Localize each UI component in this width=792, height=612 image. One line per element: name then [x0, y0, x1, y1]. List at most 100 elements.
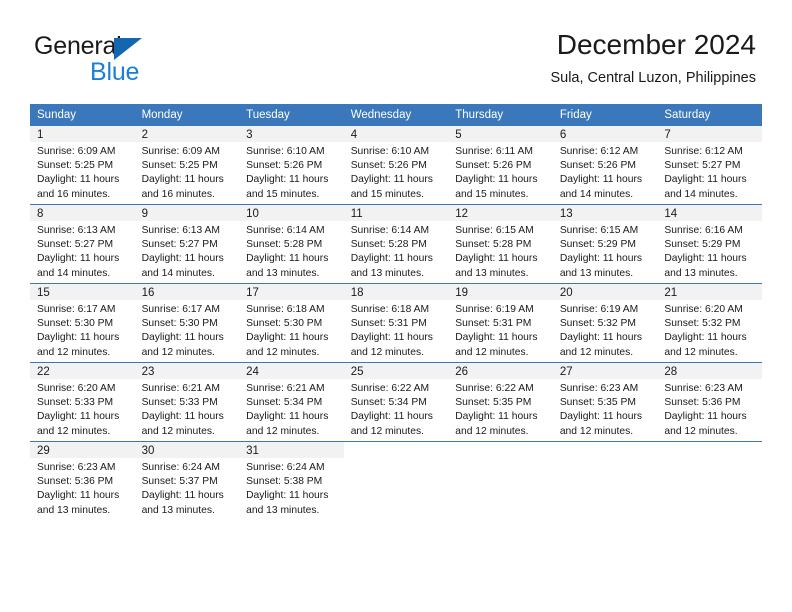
- sunrise-time: Sunrise: 6:12 AM: [559, 146, 639, 157]
- day-details: Sunrise: 6:20 AM Sunset: 5:32 PM Daylight:…: [657, 300, 762, 360]
- calendar-day-cell[interactable]: 28 Sunrise: 6:23 AM Sunset: 5:36 PM Dayligh…: [657, 362, 762, 442]
- calendar-day-cell[interactable]: 9 Sunrise: 6:13 AM Sunset: 5:27 PM Daylight…: [134, 204, 240, 284]
- day-details: Sunrise: 6:19 AM Sunset: 5:32 PM Daylight:…: [553, 300, 658, 360]
- calendar-day-cell[interactable]: 13 Sunrise: 6:15 AM Sunset: 5:29 PM Dayligh…: [552, 204, 658, 284]
- calendar-day-cell[interactable]: 20 Sunrise: 6:19 AM Sunset: 5:32 PM Dayligh…: [552, 283, 658, 363]
- calendar-day-cell[interactable]: 27 Sunrise: 6:23 AM Sunset: 5:35 PM Dayligh…: [552, 362, 658, 442]
- weekday-header-monday: Monday: [134, 104, 240, 126]
- weekday-header-sunday: Sunday: [30, 104, 135, 126]
- day-number: 7: [657, 126, 762, 142]
- day-details: Sunrise: 6:10 AM Sunset: 5:26 PM Daylight:…: [344, 142, 449, 202]
- day-number: 8: [30, 205, 135, 221]
- daylight-duration-line2: and 12 minutes.: [350, 425, 424, 437]
- calendar-day-cell[interactable]: 22 Sunrise: 6:20 AM Sunset: 5:33 PM Dayligh…: [30, 362, 135, 442]
- calendar-day-cell[interactable]: 14 Sunrise: 6:16 AM Sunset: 5:29 PM Dayligh…: [657, 204, 762, 284]
- calendar-day-cell[interactable]: 29 Sunrise: 6:23 AM Sunset: 5:36 PM Dayligh…: [30, 441, 135, 520]
- daylight-duration-line1: Daylight: 11 hours: [246, 490, 329, 502]
- calendar-day-cell[interactable]: 11 Sunrise: 6:14 AM Sunset: 5:28 PM Dayligh…: [343, 204, 449, 284]
- calendar-day-cell-empty: [552, 441, 658, 520]
- calendar-day-cell[interactable]: 26 Sunrise: 6:22 AM Sunset: 5:35 PM Dayligh…: [448, 362, 553, 442]
- calendar-page: General Blue December 2024 Sula, Central…: [0, 0, 792, 612]
- day-details: Sunrise: 6:18 AM Sunset: 5:31 PM Daylight:…: [344, 300, 449, 360]
- day-details: Sunrise: 6:24 AM Sunset: 5:37 PM Daylight:…: [135, 458, 240, 518]
- day-number: 18: [343, 284, 449, 300]
- calendar-day-cell[interactable]: 31 Sunrise: 6:24 AM Sunset: 5:38 PM Dayligh…: [239, 441, 344, 520]
- day-number: 19: [448, 284, 553, 300]
- day-number: 28: [657, 363, 762, 379]
- daylight-duration-line1: Daylight: 11 hours: [141, 253, 224, 265]
- sunset-time: Sunset: 5:27 PM: [141, 239, 218, 251]
- sunset-time: Sunset: 5:26 PM: [559, 160, 636, 172]
- weekday-header-row: Sunday Monday Tuesday Wednesday Thursday Frid…: [30, 104, 762, 126]
- sunrise-time: Sunrise: 6:23 AM: [37, 462, 116, 473]
- day-number: 1: [30, 126, 135, 142]
- sunset-time: Sunset: 5:36 PM: [37, 476, 114, 488]
- day-details: Sunrise: 6:22 AM Sunset: 5:35 PM Daylight:…: [448, 379, 553, 439]
- calendar-day-cell[interactable]: 19 Sunrise: 6:19 AM Sunset: 5:31 PM Dayligh…: [448, 283, 553, 363]
- calendar-day-cell[interactable]: 15 Sunrise: 6:17 AM Sunset: 5:30 PM Dayligh…: [30, 283, 135, 363]
- daylight-duration-line2: and 12 minutes.: [350, 346, 424, 358]
- sunset-time: Sunset: 5:26 PM: [246, 160, 323, 172]
- calendar-body: 1 Sunrise: 6:09 AM Sunset: 5:25 PM Daylight…: [30, 125, 762, 520]
- weekday-header-friday: Friday: [552, 104, 658, 126]
- daylight-duration-line2: and 12 minutes.: [455, 425, 529, 437]
- sunset-time: Sunset: 5:33 PM: [141, 397, 218, 409]
- sunrise-time: Sunrise: 6:17 AM: [141, 304, 220, 315]
- daylight-duration-line1: Daylight: 11 hours: [350, 253, 433, 265]
- daylight-duration-line1: Daylight: 11 hours: [141, 490, 224, 502]
- general-blue-logo[interactable]: General Blue: [34, 32, 264, 86]
- sunrise-time: Sunrise: 6:18 AM: [350, 304, 430, 315]
- calendar-day-cell[interactable]: 18 Sunrise: 6:18 AM Sunset: 5:31 PM Dayligh…: [343, 283, 449, 363]
- day-number: 10: [239, 205, 344, 221]
- calendar-day-cell[interactable]: 5 Sunrise: 6:11 AM Sunset: 5:26 PM Daylight…: [448, 125, 553, 205]
- calendar-day-cell[interactable]: 10 Sunrise: 6:14 AM Sunset: 5:28 PM Dayligh…: [239, 204, 344, 284]
- day-number: 15: [30, 284, 135, 300]
- sunset-time: Sunset: 5:35 PM: [559, 397, 636, 409]
- sunset-time: Sunset: 5:27 PM: [37, 239, 114, 251]
- sunset-time: Sunset: 5:30 PM: [37, 318, 114, 330]
- daylight-duration-line1: Daylight: 11 hours: [141, 332, 224, 344]
- calendar-day-cell[interactable]: 1 Sunrise: 6:09 AM Sunset: 5:25 PM Daylight…: [30, 125, 135, 205]
- calendar-day-cell[interactable]: 6 Sunrise: 6:12 AM Sunset: 5:26 PM Daylight…: [552, 125, 658, 205]
- daylight-duration-line2: and 13 minutes.: [246, 267, 320, 279]
- daylight-duration-line1: Daylight: 11 hours: [350, 174, 433, 186]
- weekday-header-wednesday: Wednesday: [343, 104, 449, 126]
- title-block: December 2024 Sula, Central Luzon, Phili…: [550, 28, 756, 88]
- daylight-duration-line1: Daylight: 11 hours: [664, 174, 747, 186]
- calendar-day-cell[interactable]: 30 Sunrise: 6:24 AM Sunset: 5:37 PM Dayligh…: [134, 441, 240, 520]
- calendar-day-cell[interactable]: 2 Sunrise: 6:09 AM Sunset: 5:25 PM Daylight…: [134, 125, 240, 205]
- daylight-duration-line2: and 13 minutes.: [455, 267, 529, 279]
- calendar-day-cell[interactable]: 24 Sunrise: 6:21 AM Sunset: 5:34 PM Dayligh…: [239, 362, 344, 442]
- sunset-time: Sunset: 5:33 PM: [37, 397, 114, 409]
- calendar-day-cell[interactable]: 16 Sunrise: 6:17 AM Sunset: 5:30 PM Dayligh…: [134, 283, 240, 363]
- day-details: [344, 458, 449, 461]
- calendar-day-cell[interactable]: 12 Sunrise: 6:15 AM Sunset: 5:28 PM Dayligh…: [448, 204, 553, 284]
- calendar-day-cell[interactable]: 17 Sunrise: 6:18 AM Sunset: 5:30 PM Dayligh…: [239, 283, 344, 363]
- daylight-duration-line2: and 12 minutes.: [246, 346, 320, 358]
- sunrise-time: Sunrise: 6:21 AM: [246, 383, 325, 394]
- daylight-duration-line1: Daylight: 11 hours: [559, 411, 643, 423]
- sunrise-time: Sunrise: 6:15 AM: [559, 225, 639, 236]
- calendar-day-cell[interactable]: 8 Sunrise: 6:13 AM Sunset: 5:27 PM Daylight…: [30, 204, 135, 284]
- calendar-day-cell[interactable]: 21 Sunrise: 6:20 AM Sunset: 5:32 PM Dayligh…: [657, 283, 762, 363]
- daylight-duration-line1: Daylight: 11 hours: [37, 174, 120, 186]
- daylight-duration-line1: Daylight: 11 hours: [664, 332, 747, 344]
- sunrise-time: Sunrise: 6:10 AM: [246, 146, 325, 157]
- daylight-duration-line1: Daylight: 11 hours: [246, 253, 329, 265]
- day-details: Sunrise: 6:15 AM Sunset: 5:28 PM Daylight:…: [448, 221, 553, 281]
- sunrise-time: Sunrise: 6:21 AM: [141, 383, 220, 394]
- calendar-day-cell[interactable]: 23 Sunrise: 6:21 AM Sunset: 5:33 PM Dayligh…: [134, 362, 240, 442]
- day-number: 2: [134, 126, 240, 142]
- calendar-day-cell[interactable]: 25 Sunrise: 6:22 AM Sunset: 5:34 PM Dayligh…: [343, 362, 449, 442]
- calendar-day-cell[interactable]: 3 Sunrise: 6:10 AM Sunset: 5:26 PM Daylight…: [239, 125, 344, 205]
- day-details: Sunrise: 6:23 AM Sunset: 5:35 PM Daylight:…: [553, 379, 658, 439]
- sunset-time: Sunset: 5:32 PM: [559, 318, 636, 330]
- calendar-day-cell[interactable]: 4 Sunrise: 6:10 AM Sunset: 5:26 PM Daylight…: [343, 125, 449, 205]
- day-details: Sunrise: 6:13 AM Sunset: 5:27 PM Daylight:…: [135, 221, 240, 281]
- page-header: General Blue December 2024 Sula, Central…: [0, 0, 792, 104]
- daylight-duration-line2: and 14 minutes.: [37, 267, 111, 279]
- daylight-duration-line1: Daylight: 11 hours: [350, 332, 433, 344]
- calendar-day-cell[interactable]: 7 Sunrise: 6:12 AM Sunset: 5:27 PM Daylight…: [657, 125, 762, 205]
- daylight-duration-line2: and 12 minutes.: [141, 346, 215, 358]
- daylight-duration-line2: and 16 minutes.: [141, 188, 215, 200]
